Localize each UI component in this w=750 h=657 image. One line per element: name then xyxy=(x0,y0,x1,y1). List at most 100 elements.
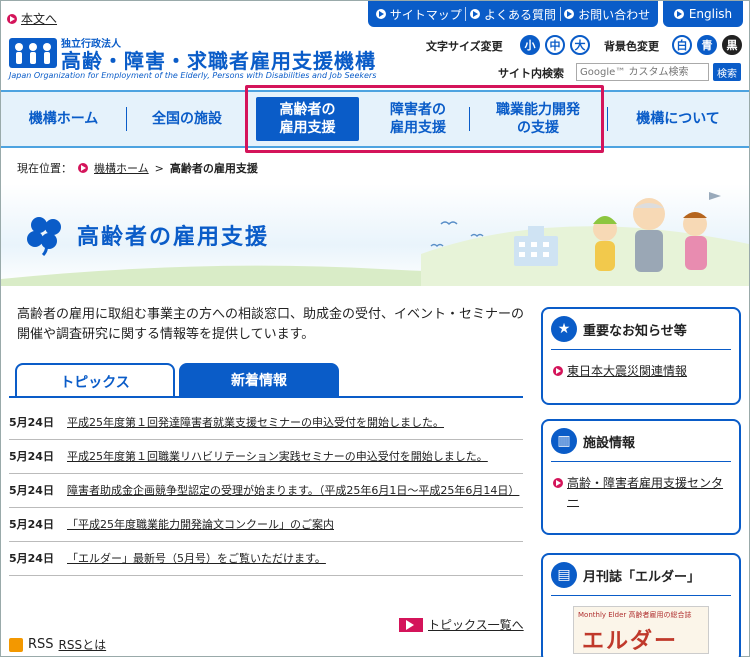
skip-link-text[interactable]: 本文へ xyxy=(21,10,57,27)
more-topics-link[interactable]: トピックス一覧へ xyxy=(399,616,524,633)
rss-area: RSS RSSとは xyxy=(9,636,106,653)
clover-icon xyxy=(23,213,67,260)
tab-topics[interactable]: トピックス xyxy=(15,363,175,398)
arrow-bullet-icon xyxy=(78,163,88,173)
magazine-cover-image[interactable]: Monthly Elder 高齢者雇用の総合誌 エルダー xyxy=(573,606,709,654)
arrow-bullet-icon xyxy=(673,9,684,19)
arrow-bullet-icon xyxy=(375,9,386,19)
sitemap-link[interactable]: サイトマップ xyxy=(375,6,462,23)
magazine-cover-top: Monthly Elder 高齢者雇用の総合誌 xyxy=(578,611,692,619)
nav-disability-line1: 障害者の xyxy=(390,102,446,118)
topic-date: 5月24日 xyxy=(9,518,54,531)
nav-disability-line2: 雇用支援 xyxy=(390,120,446,136)
search-input[interactable] xyxy=(576,63,709,81)
bg-white-button[interactable]: 白 xyxy=(672,35,692,55)
bg-color-label: 背景色変更 xyxy=(604,40,659,53)
facility-info-box: ▥ 施設情報 高齢・障害者雇用支援センター xyxy=(541,419,741,535)
logo-mark-icon[interactable] xyxy=(9,38,57,68)
magazine-cover-title: エルダー xyxy=(582,629,679,654)
font-medium-button[interactable]: 中 xyxy=(545,35,565,55)
topic-date: 5月24日 xyxy=(9,416,54,429)
star-icon: ★ xyxy=(551,316,577,342)
nav-home[interactable]: 機構ホーム xyxy=(1,97,126,141)
nav-vocational-label: 職業能力開発 の支援 xyxy=(496,101,580,137)
nav-elderly-label: 高齢者の 雇用支援 xyxy=(280,101,336,137)
global-nav: 機構ホーム 全国の施設 高齢者の 雇用支援 障害者の 雇用支援 職業能力開発 の支援 … xyxy=(1,90,749,148)
arrow-bullet-icon xyxy=(7,13,17,24)
list-item: 5月24日 平成25年度第１回職業リハビリテーション実践セミナーの申込受付を開始し… xyxy=(9,440,523,474)
utility-bar: サイトマップ よくある質問 お問い合わせ xyxy=(368,1,658,27)
facility-info-title: 施設情報 xyxy=(583,435,636,451)
arrow-bullet-icon xyxy=(469,9,480,19)
people-logo-icon xyxy=(15,43,51,64)
font-large-button[interactable]: 大 xyxy=(570,35,590,55)
skip-to-content-link[interactable]: 本文へ xyxy=(7,10,57,27)
nav-about[interactable]: 機構について xyxy=(607,97,749,141)
arrow-bullet-icon xyxy=(553,366,563,376)
rss-icon[interactable] xyxy=(9,637,23,652)
arrow-bullet-icon xyxy=(564,9,575,19)
nav-disability-employment[interactable]: 障害者の 雇用支援 xyxy=(367,97,469,141)
topics-list: 5月24日 平成25年度第１回発達障害者就業支援セミナーの申込受付を開始しました。… xyxy=(9,406,523,576)
nav-vocational-line1: 職業能力開発 xyxy=(496,102,580,118)
important-news-item[interactable]: 東日本大震災関連情報 xyxy=(543,350,739,390)
logo-title[interactable]: 高齢・障害・求職者雇用支援機構 xyxy=(61,45,376,74)
tab-news[interactable]: 新着情報 xyxy=(179,363,339,396)
topic-link[interactable]: 「エルダー」最新号（5月号）をご覧いただけます。 xyxy=(67,550,523,567)
nav-disability-label: 障害者の 雇用支援 xyxy=(390,101,446,137)
nav-vocational-line2: の支援 xyxy=(517,120,559,136)
page-title: 高齢者の雇用支援 xyxy=(77,225,270,250)
breadcrumb-separator: > xyxy=(154,161,164,175)
topic-link[interactable]: 平成25年度第１回職業リハビリテーション実践セミナーの申込受付を開始しました。 xyxy=(67,448,523,465)
topic-link[interactable]: 障害者助成金企画競争型認定の受理が始まります。（平成25年6月1日～平成25年6… xyxy=(67,482,523,499)
divider xyxy=(551,595,731,596)
divider xyxy=(465,7,467,21)
intro-text: 高齢者の雇用に取組む事業主の方への相談窓口、助成金の受付、イベント・セミナーの開… xyxy=(17,307,525,342)
search-button[interactable]: 検索 xyxy=(713,63,741,81)
book-icon: ▤ xyxy=(551,562,577,588)
facility-info-header: ▥ 施設情報 xyxy=(543,421,739,461)
important-news-link[interactable]: 東日本大震災関連情報 xyxy=(567,362,687,380)
topic-link[interactable]: 平成25年度第１回発達障害者就業支援セミナーの申込受付を開始しました。 xyxy=(67,414,523,431)
faq-link[interactable]: よくある質問 xyxy=(469,6,556,23)
breadcrumb-home-link[interactable]: 機構ホーム xyxy=(94,160,149,176)
topic-link[interactable]: 「平成25年度職業能力開発論文コンクール」のご案内 xyxy=(67,516,523,533)
font-small-button[interactable]: 小 xyxy=(520,35,540,55)
rss-about-link[interactable]: RSSとは xyxy=(59,636,107,653)
nav-elderly-line1: 高齢者の xyxy=(279,102,336,118)
nav-vocational-training[interactable]: 職業能力開発 の支援 xyxy=(469,97,607,141)
nav-elderly-employment[interactable]: 高齢者の 雇用支援 xyxy=(256,97,359,141)
breadcrumb-current: 高齢者の雇用支援 xyxy=(169,162,258,175)
font-size-label: 文字サイズ変更 xyxy=(426,40,503,53)
important-news-header: ★ 重要なお知らせ等 xyxy=(543,309,739,349)
magazine-header: ▤ 月刊誌「エルダー」 xyxy=(543,555,739,595)
rss-label[interactable]: RSS xyxy=(28,637,54,652)
arrow-right-icon xyxy=(399,617,423,632)
arrow-bullet-icon xyxy=(553,478,563,488)
bg-blue-button[interactable]: 青 xyxy=(697,35,717,55)
list-item: 5月24日 平成25年度第１回発達障害者就業支援セミナーの申込受付を開始しました。 xyxy=(9,406,523,440)
divider xyxy=(559,7,561,21)
search-label: サイト内検索 xyxy=(498,67,564,80)
nav-home-label: 機構ホーム xyxy=(28,111,99,127)
topic-date: 5月24日 xyxy=(9,484,54,497)
list-item: 5月24日 障害者助成金企画競争型認定の受理が始まります。（平成25年6月1日～平… xyxy=(9,474,523,508)
bg-black-button[interactable]: 黒 xyxy=(722,35,742,55)
magazine-box: ▤ 月刊誌「エルダー」 Monthly Elder 高齢者雇用の総合誌 エルダー xyxy=(541,553,741,657)
topic-date: 5月24日 xyxy=(9,552,54,565)
facility-info-item[interactable]: 高齢・障害者雇用支援センター xyxy=(543,462,739,520)
contact-label: お問い合わせ xyxy=(578,7,651,22)
list-item: 5月24日 「平成25年度職業能力開発論文コンクール」のご案内 xyxy=(9,508,523,542)
english-label: English xyxy=(688,7,733,21)
nav-elderly-line2: 雇用支援 xyxy=(279,120,336,136)
english-link[interactable]: English xyxy=(663,1,743,27)
nav-facilities[interactable]: 全国の施設 xyxy=(126,97,248,141)
nav-facilities-label: 全国の施設 xyxy=(152,111,222,127)
magazine-title: 月刊誌「エルダー」 xyxy=(583,569,701,585)
contact-link[interactable]: お問い合わせ xyxy=(564,6,650,23)
faq-label: よくある質問 xyxy=(483,7,556,22)
important-news-title: 重要なお知らせ等 xyxy=(583,323,687,339)
nav-about-label: 機構について xyxy=(636,111,720,127)
topic-date: 5月24日 xyxy=(9,450,54,463)
facility-info-link[interactable]: 高齢・障害者雇用支援センター xyxy=(567,474,729,510)
